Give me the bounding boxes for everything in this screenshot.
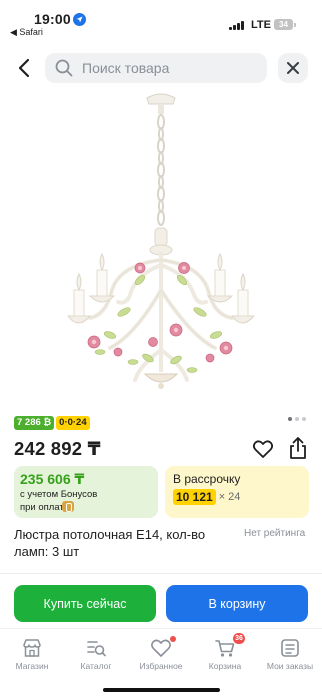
buy-now-button[interactable]: Купить сейчас [14, 585, 156, 622]
heart-icon [252, 440, 274, 458]
network-label: LTE [251, 19, 271, 31]
bonus-coin-icon [62, 501, 74, 512]
installment-amount: 10 121 [173, 489, 216, 505]
favorites-dot [170, 636, 176, 642]
rating-label[interactable]: Нет рейтинга [244, 528, 305, 539]
share-icon [290, 437, 306, 459]
signal-icon [229, 20, 244, 30]
tab-orders-label: Мои заказы [266, 661, 314, 671]
installment-card[interactable]: В рассрочку 10 121 × 24 [165, 466, 309, 518]
chevron-left-icon [18, 58, 30, 78]
product-title: Люстра потолочная E14, кол-во ламп: 3 шт [14, 527, 206, 559]
orders-icon [279, 637, 301, 659]
catalog-icon [85, 637, 107, 659]
back-to-safari-link[interactable]: ◀ Safari [10, 27, 43, 38]
home-indicator [103, 688, 220, 692]
back-button[interactable] [12, 54, 36, 82]
chandelier-illustration [67, 93, 256, 389]
add-to-cart-button[interactable]: В корзину [166, 585, 308, 622]
tab-catalog[interactable]: Каталог [66, 637, 126, 671]
installment-title: В рассрочку [173, 472, 241, 486]
search-field[interactable]: Поиск товара [45, 53, 267, 83]
bonus-price-card[interactable]: 235 606 ₸ с учетом Бонусов при оплате [14, 466, 158, 518]
share-button[interactable] [287, 436, 309, 460]
installment-multiplier: × 24 [218, 491, 241, 503]
status-bar: 19:00 ◀ Safari LTE 34 [0, 0, 322, 40]
tab-orders[interactable]: Мои заказы [260, 637, 320, 671]
tab-favorites[interactable]: Избранное [131, 636, 191, 671]
heart-icon [150, 636, 176, 659]
add-to-favorites-button[interactable] [252, 438, 274, 460]
product-image[interactable] [40, 90, 282, 408]
search-placeholder: Поиск товара [82, 60, 170, 76]
tab-catalog-label: Каталог [80, 661, 112, 671]
status-time: 19:00 [34, 11, 71, 27]
image-pager[interactable] [288, 417, 306, 421]
battery-icon: 34 [274, 19, 296, 30]
close-button[interactable] [278, 53, 308, 83]
bonus-badge: 7 286 ₿ [14, 416, 55, 430]
cart-count-badge: 36 [233, 633, 245, 644]
bonus-price: 235 606 ₸ [20, 471, 85, 487]
tab-cart-label: Корзина [208, 661, 242, 671]
cart-icon: 36 [214, 633, 245, 659]
location-arrow-icon [73, 13, 86, 26]
tab-store-label: Магазин [15, 661, 49, 671]
search-header: Поиск товара [0, 48, 322, 88]
close-icon [287, 62, 299, 74]
installment-badge: 0·0·24 [56, 416, 90, 430]
tab-cart[interactable]: 36 Корзина [195, 633, 255, 671]
tab-store[interactable]: Магазин [2, 637, 62, 671]
tab-favorites-label: Избранное [139, 661, 183, 671]
divider [0, 573, 322, 574]
search-icon [55, 59, 73, 77]
product-price: 242 892 ₸ [14, 438, 101, 459]
store-icon [21, 637, 43, 659]
promo-badges: 7 286 ₿ 0·0·24 [14, 416, 90, 430]
bonus-line-1: с учетом Бонусов [20, 489, 98, 500]
